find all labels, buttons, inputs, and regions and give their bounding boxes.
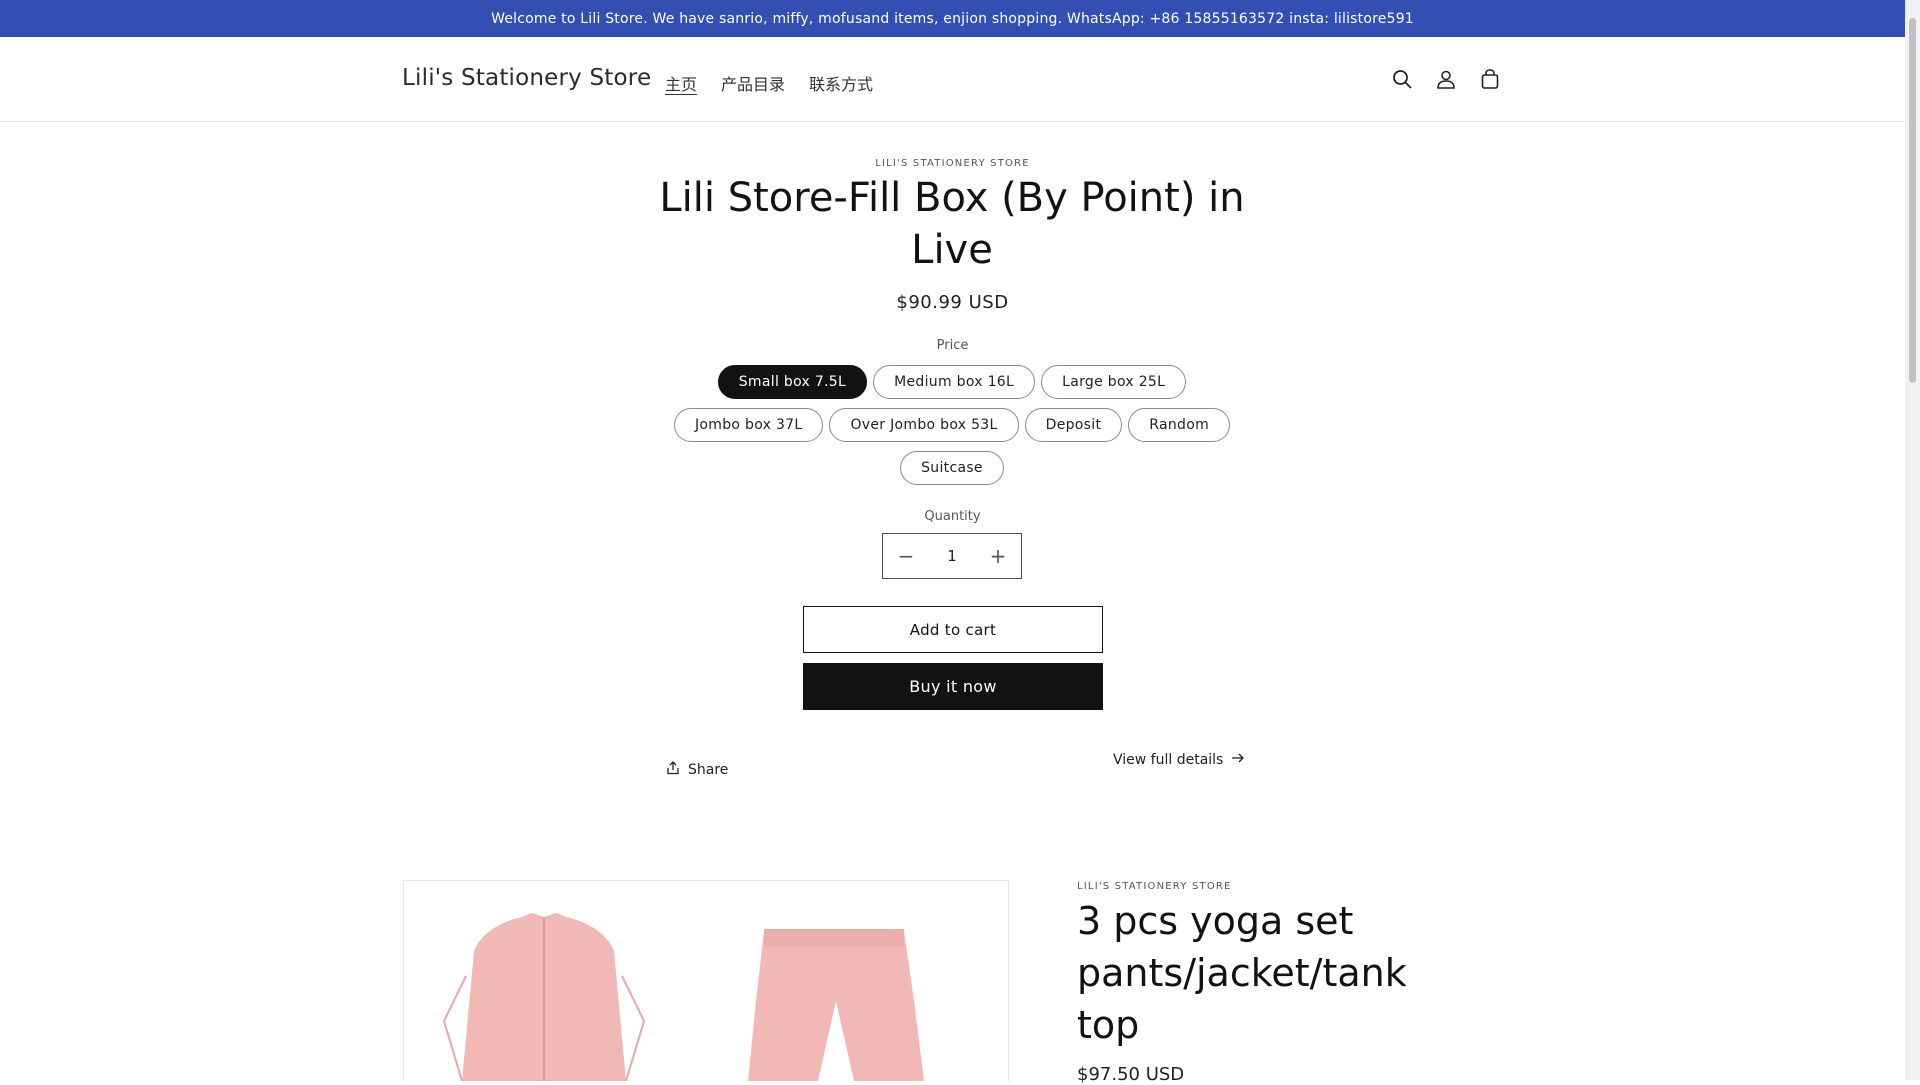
quantity-decrease-button[interactable]: − <box>883 534 929 578</box>
product-price: $90.99 USD <box>896 292 1009 313</box>
product2-title[interactable]: 3 pcs yoga set pants/jacket/tank top <box>1077 895 1457 1051</box>
variant-over-jombo-box[interactable]: Over Jombo box 53L <box>829 408 1019 442</box>
quantity-increase-button[interactable]: + <box>975 534 1021 578</box>
product2-price: $97.50 USD <box>1077 1064 1185 1085</box>
share-icon <box>666 761 680 779</box>
main-nav: 主页 产品目录 联系方式 <box>665 71 873 95</box>
page-scrollbar[interactable] <box>1905 0 1920 1080</box>
quantity-input[interactable]: 1 <box>929 547 975 565</box>
nav-item-catalog[interactable]: 产品目录 <box>721 71 785 95</box>
search-icon[interactable] <box>1390 67 1414 91</box>
variant-deposit[interactable]: Deposit <box>1024 408 1123 442</box>
quantity-stepper: − 1 + <box>882 533 1022 579</box>
announcement-text: Welcome to Lili Store. We have sanrio, m… <box>491 10 1414 27</box>
view-full-details-link[interactable]: View full details <box>1113 752 1245 768</box>
variant-large-box[interactable]: Large box 25L <box>1041 365 1187 399</box>
share-label: Share <box>688 762 729 778</box>
product2-vendor: LILI'S STATIONERY STORE <box>1077 881 1232 892</box>
cart-icon[interactable] <box>1478 67 1502 91</box>
quantity-label: Quantity <box>924 509 981 524</box>
product-title: Lili Store-Fill Box (By Point) in Live <box>659 175 1245 273</box>
nav-item-contact[interactable]: 联系方式 <box>809 71 873 95</box>
variant-medium-box[interactable]: Medium box 16L <box>873 365 1036 399</box>
site-header: Lili's Stationery Store 主页 产品目录 联系方式 <box>0 37 1905 122</box>
header-icons <box>1390 67 1502 91</box>
scrollbar-thumb[interactable] <box>1909 18 1916 383</box>
variant-small-box[interactable]: Small box 7.5L <box>717 365 868 399</box>
variant-random[interactable]: Random <box>1128 408 1231 442</box>
variant-label: Price <box>936 338 969 353</box>
announcement-bar: Welcome to Lili Store. We have sanrio, m… <box>0 0 1905 37</box>
add-to-cart-button[interactable]: Add to cart <box>803 606 1103 653</box>
store-logo[interactable]: Lili's Stationery Store <box>402 65 651 91</box>
buy-now-button[interactable]: Buy it now <box>803 663 1103 710</box>
nav-item-home[interactable]: 主页 <box>665 71 697 95</box>
share-button[interactable]: Share <box>666 761 728 779</box>
arrow-right-icon <box>1231 752 1245 768</box>
product-image-yoga-set[interactable] <box>403 880 1009 1081</box>
variant-jombo-box[interactable]: Jombo box 37L <box>673 408 824 442</box>
variant-picker: Small box 7.5L Medium box 16L Large box … <box>662 365 1242 485</box>
variant-suitcase[interactable]: Suitcase <box>900 451 1004 485</box>
view-full-details-label: View full details <box>1113 752 1224 768</box>
account-icon[interactable] <box>1434 67 1458 91</box>
product-vendor: LILI'S STATIONERY STORE <box>875 158 1030 169</box>
